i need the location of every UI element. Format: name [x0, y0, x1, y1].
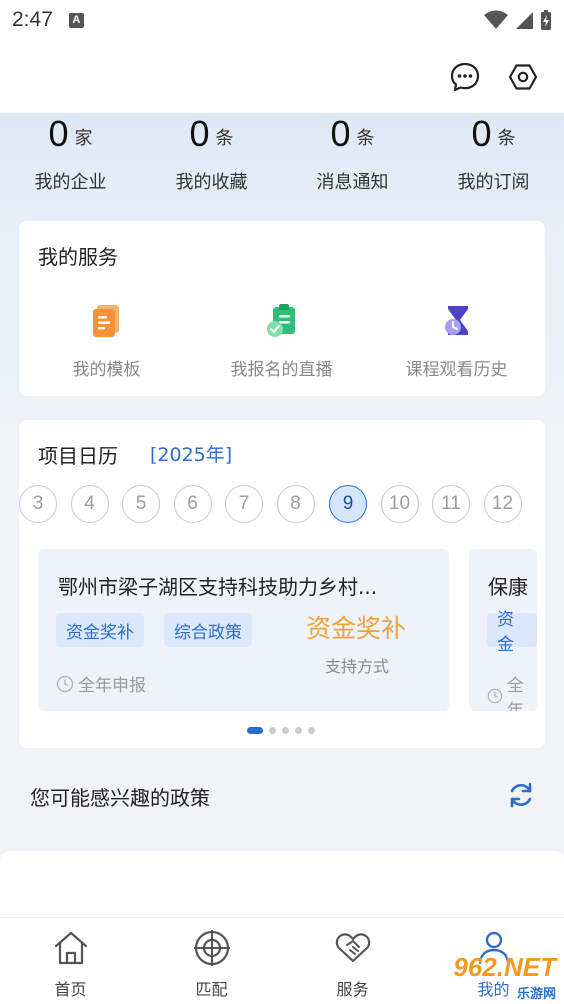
stat-unit: 条 — [356, 128, 375, 149]
project-card-next[interactable]: 保康 资金 全年 — [469, 549, 537, 711]
month-11[interactable]: 11 — [432, 485, 470, 523]
status-time: 2:47 — [12, 8, 53, 31]
refresh-icon — [510, 782, 532, 808]
services-card: 我的服务 我的模板 我报名的直播 课程观看历史 — [19, 221, 545, 396]
stat-unit: 条 — [497, 128, 516, 149]
project-deadline: 全年 — [487, 671, 537, 711]
stat-label: 我的企业 — [34, 172, 107, 193]
stat-favorites[interactable]: 0条 我的收藏 — [141, 108, 282, 203]
stat-label: 我的收藏 — [175, 172, 248, 193]
deadline-text: 全年 — [506, 676, 524, 711]
stat-number: 0 — [48, 113, 69, 154]
handshake-icon — [335, 933, 370, 963]
carousel-dot-active[interactable] — [247, 727, 263, 734]
month-4[interactable]: 4 — [70, 485, 109, 523]
watermark-big-text: 962.NET — [453, 952, 556, 982]
month-8[interactable]: 8 — [276, 485, 315, 523]
clock-icon — [487, 688, 503, 704]
carousel-dot[interactable] — [308, 727, 315, 734]
service-label: 我报名的直播 — [230, 360, 333, 380]
project-card[interactable]: 鄂州市梁子湖区支持科技助力乡村... 资金奖补 综合政策 资金奖补 支持方式 全… — [38, 549, 449, 711]
carousel-dot[interactable] — [269, 727, 276, 734]
stat-number: 0 — [471, 113, 492, 154]
watermark-logo: 962.NET 乐游网 — [424, 950, 564, 1004]
stat-unit: 家 — [74, 128, 93, 149]
month-selector: 3 4 5 6 7 8 9 10 11 12 — [19, 485, 545, 525]
services-row: 我的模板 我报名的直播 课程观看历史 — [19, 301, 545, 380]
message-button[interactable] — [448, 60, 482, 94]
project-tag: 资金奖补 — [56, 613, 144, 647]
calendar-year[interactable]: [2025年] — [150, 440, 232, 467]
month-6[interactable]: 6 — [173, 485, 212, 523]
month-3[interactable]: 3 — [19, 485, 57, 523]
stat-number: 0 — [189, 113, 210, 154]
signal-icon — [516, 12, 533, 29]
top-header — [0, 40, 564, 113]
home-icon — [54, 931, 87, 965]
project-tag: 综合政策 — [164, 613, 252, 647]
nav-match[interactable]: 匹配 — [141, 918, 282, 1004]
project-calendar-card: 项目日历 [2025年] 3 4 5 6 7 8 9 10 11 12 鄂州市梁… — [19, 420, 545, 748]
project-amount: 资金奖补 — [306, 614, 407, 643]
nav-label: 服务 — [336, 980, 369, 999]
deadline-text: 全年申报 — [78, 676, 146, 696]
service-label: 课程观看历史 — [405, 360, 508, 380]
clock-icon — [56, 675, 74, 692]
recommended-policies-title: 您可能感兴趣的政策 — [30, 786, 210, 810]
month-9-active[interactable]: 9 — [329, 485, 367, 523]
service-label: 我的模板 — [72, 360, 141, 380]
project-title: 鄂州市梁子湖区支持科技助力乡村... — [58, 575, 378, 599]
nav-label: 首页 — [54, 980, 87, 999]
stat-label: 我的订阅 — [457, 172, 530, 193]
wifi-icon — [484, 10, 508, 29]
carousel-indicator — [247, 727, 315, 734]
services-title: 我的服务 — [38, 245, 118, 269]
month-12[interactable]: 12 — [483, 485, 522, 523]
stats-row: 0家 我的企业 0条 我的收藏 0条 消息通知 0条 我的订阅 — [0, 108, 564, 203]
service-templates[interactable]: 我的模板 — [19, 301, 194, 380]
recommended-policies-list — [0, 851, 564, 921]
refresh-button[interactable] — [506, 780, 536, 810]
project-deadline: 全年申报 — [56, 671, 146, 696]
project-tag: 资金 — [487, 610, 537, 655]
carousel-dot[interactable] — [295, 727, 302, 734]
month-7[interactable]: 7 — [225, 485, 263, 523]
project-amount-label: 支持方式 — [325, 657, 390, 676]
hexagon-settings-icon — [508, 64, 538, 90]
service-live-registrations[interactable]: 我报名的直播 — [194, 301, 369, 380]
template-icon — [92, 305, 119, 337]
clipboard-check-icon — [266, 304, 295, 337]
project-title: 保康 — [488, 575, 528, 599]
status-bar: 2:47 A — [0, 0, 564, 40]
nav-label: 匹配 — [195, 980, 228, 999]
battery-icon — [541, 10, 551, 30]
stat-number: 0 — [330, 113, 351, 154]
target-icon — [193, 930, 230, 966]
status-right — [484, 9, 552, 31]
stat-label: 消息通知 — [316, 172, 389, 193]
stat-enterprise[interactable]: 0家 我的企业 — [0, 108, 141, 203]
service-course-history[interactable]: 课程观看历史 — [369, 301, 544, 380]
watermark-small-text: 乐游网 — [516, 987, 556, 1002]
hourglass-icon — [444, 306, 468, 335]
chat-bubble-icon — [450, 62, 480, 92]
stat-unit: 条 — [215, 128, 234, 149]
nav-services[interactable]: 服务 — [282, 918, 423, 1004]
month-5[interactable]: 5 — [122, 485, 160, 523]
stat-messages[interactable]: 0条 消息通知 — [282, 108, 423, 203]
carousel-dot[interactable] — [282, 727, 289, 734]
settings-button[interactable] — [506, 60, 540, 94]
stat-subscriptions[interactable]: 0条 我的订阅 — [423, 108, 564, 203]
calendar-title: 项目日历 — [38, 444, 118, 468]
month-10[interactable]: 10 — [380, 485, 419, 523]
nav-home[interactable]: 首页 — [0, 918, 141, 1004]
notification-a-icon: A — [68, 12, 84, 28]
